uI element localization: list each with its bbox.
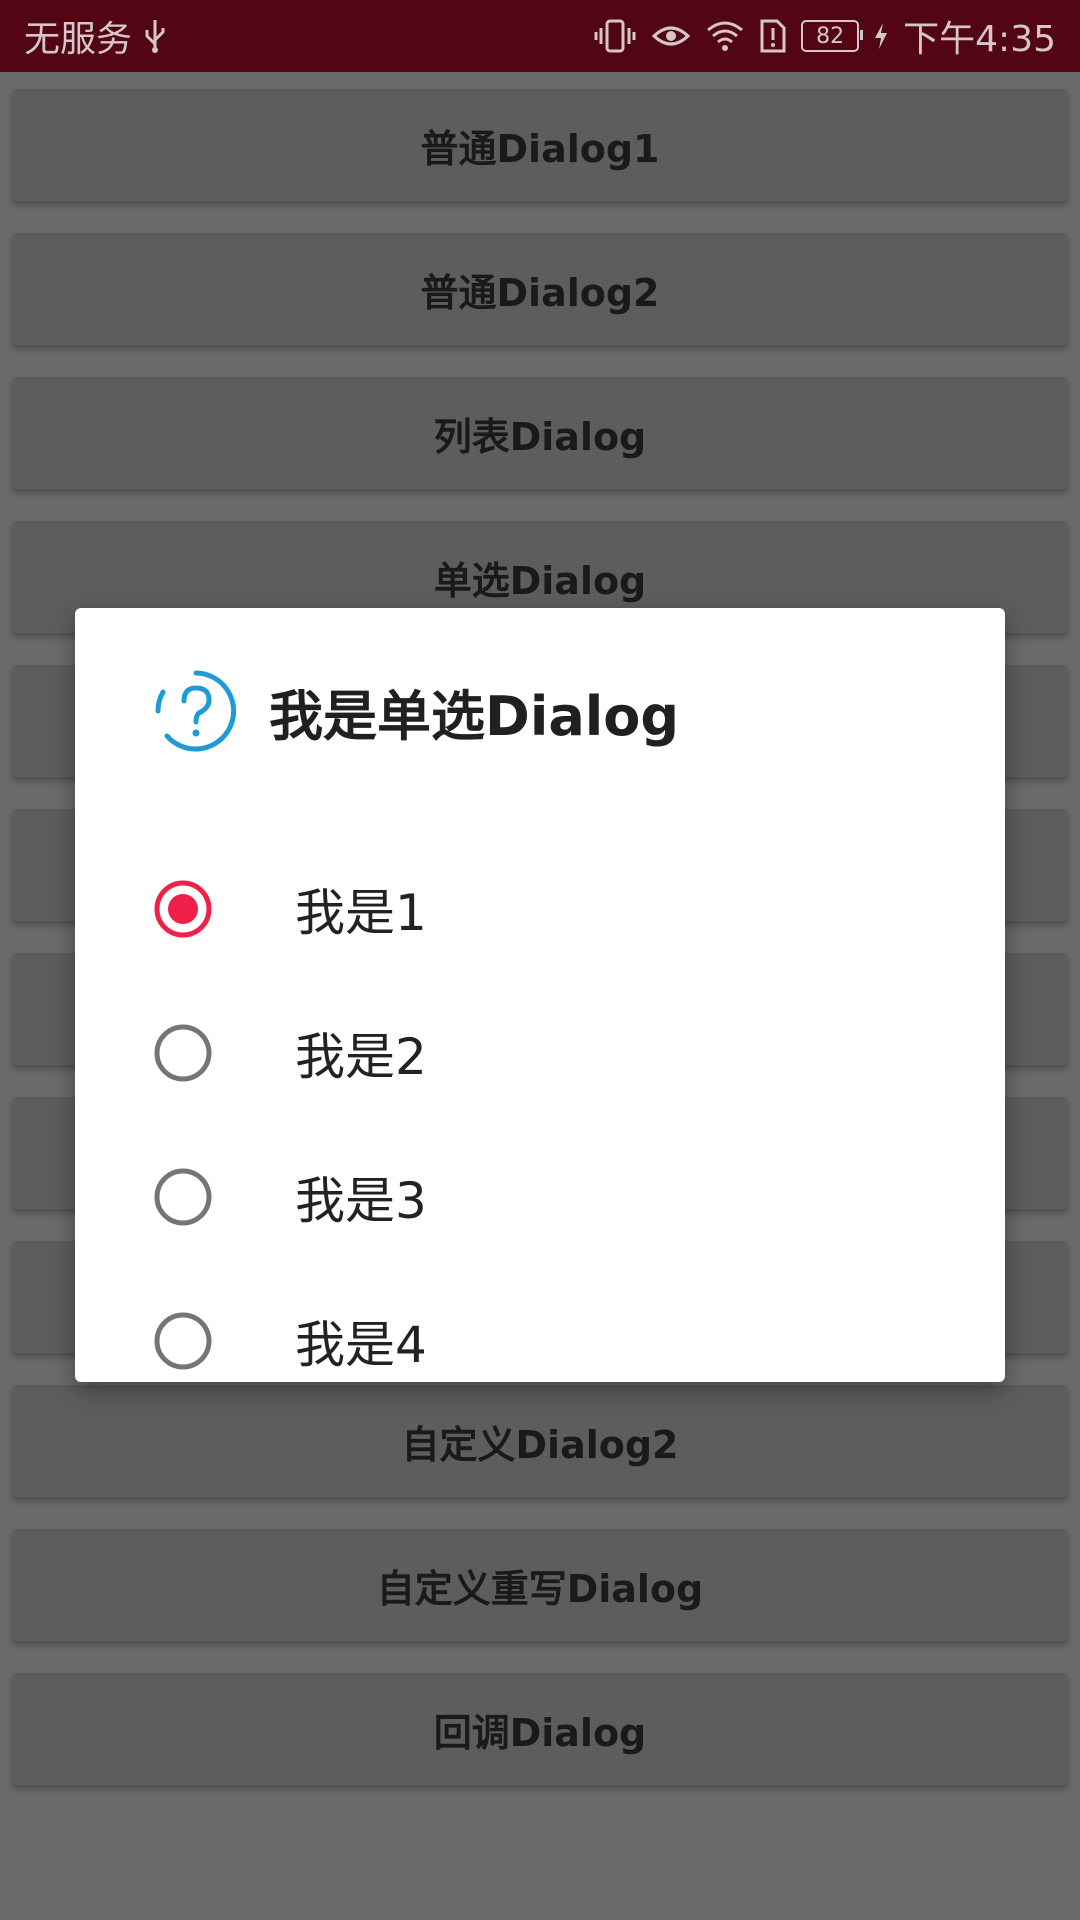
radio-checked-icon[interactable] <box>153 879 213 939</box>
radio-option-1[interactable]: 我是1 <box>153 854 933 964</box>
radio-option-4[interactable]: 我是4 <box>153 1286 933 1396</box>
option-label: 我是2 <box>295 1028 427 1086</box>
single-choice-dialog: 我是单选Dialog 我是1 我是2 我是3 我是4 <box>75 608 1005 1382</box>
radio-option-2[interactable]: 我是2 <box>153 998 933 1108</box>
dialog-header: 我是单选Dialog <box>153 668 679 754</box>
option-label: 我是4 <box>295 1316 427 1374</box>
radio-option-3[interactable]: 我是3 <box>153 1142 933 1252</box>
radio-unchecked-icon[interactable] <box>153 1023 213 1083</box>
dialog-title: 我是单选Dialog <box>269 684 680 748</box>
radio-unchecked-icon[interactable] <box>153 1167 213 1227</box>
option-label: 我是1 <box>295 884 427 942</box>
option-label: 我是3 <box>295 1172 427 1230</box>
radio-unchecked-icon[interactable] <box>153 1311 213 1371</box>
help-circle-icon <box>153 668 239 754</box>
